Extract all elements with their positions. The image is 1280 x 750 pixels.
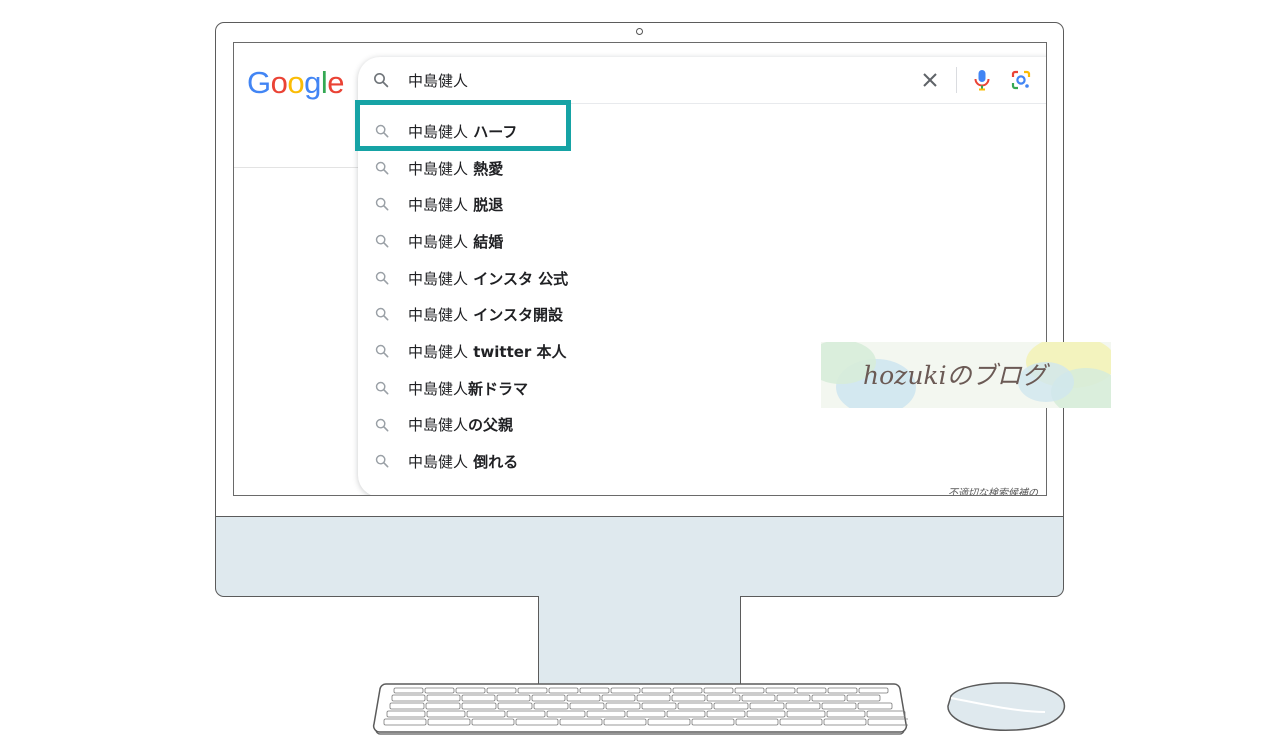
suggestion-prefix: 中島健人 (408, 159, 469, 178)
suggestion-prefix: 中島健人 (408, 306, 469, 325)
camera-dot (636, 28, 643, 35)
suggestion-completion: インスタ開設 (468, 306, 563, 325)
search-input[interactable]: 中島健人 (408, 70, 468, 91)
logo-letter: g (304, 65, 321, 100)
search-icon (374, 343, 390, 359)
keyboard-icon (372, 683, 908, 735)
suggestion-completion: の父親 (468, 416, 514, 435)
search-icon (374, 417, 390, 433)
search-icon (374, 270, 390, 286)
monitor-chin (215, 516, 1064, 597)
suggestion-list: 中島健人 ハーフ 中島健人 熱愛 中島健人 脱退 中島健人 結婚 中島健人 イン… (358, 113, 1046, 480)
logo-letter: G (247, 65, 271, 100)
suggestion-prefix: 中島健人 (408, 269, 469, 288)
clear-icon[interactable] (920, 70, 940, 90)
suggestion-prefix: 中島健人 (408, 342, 469, 361)
search-icon (374, 380, 390, 396)
suggestion-item[interactable]: 中島健人 倒れる (358, 443, 1046, 480)
suggestion-item[interactable]: 中島健人 結婚 (358, 223, 1046, 260)
suggestion-item[interactable]: 中島健人 脱退 (358, 186, 1046, 223)
search-icon (374, 196, 390, 212)
mouse-icon (947, 682, 1066, 731)
search-icon (374, 306, 390, 322)
search-bar[interactable]: 中島健人 (358, 57, 1046, 104)
report-suggestions-link[interactable]: 不適切な検索候補の (948, 484, 1038, 495)
suggestion-prefix: 中島健人 (408, 416, 469, 435)
suggestion-completion: 熱愛 (468, 159, 504, 178)
suggestion-prefix: 中島健人 (408, 379, 469, 398)
suggestion-item[interactable]: 中島健人の父親 (358, 407, 1046, 444)
suggestion-completion: 新ドラマ (468, 379, 529, 398)
logo-letter: o (287, 65, 305, 100)
watermark: hozukiのブログ (821, 342, 1111, 408)
monitor-stand (538, 596, 741, 686)
suggestion-completion: 倒れる (468, 453, 519, 472)
search-icon (374, 233, 390, 249)
search-icon (372, 71, 390, 89)
suggestion-prefix: 中島健人 (408, 453, 469, 472)
suggestion-item[interactable]: 中島健人 熱愛 (358, 150, 1046, 187)
suggestion-prefix: 中島健人 (408, 196, 469, 215)
bar-separator (956, 67, 957, 93)
header-divider (234, 167, 359, 168)
logo-letter: e (327, 65, 345, 100)
suggestion-prefix: 中島健人 (408, 232, 469, 251)
suggestion-completion: twitter 本人 (468, 342, 567, 361)
camera-search-icon[interactable] (1010, 69, 1032, 91)
microphone-icon[interactable] (972, 68, 992, 92)
search-icon (374, 160, 390, 176)
suggestion-item[interactable]: 中島健人 インスタ 公式 (358, 260, 1046, 297)
suggestion-completion: 結婚 (468, 232, 504, 251)
suggestion-completion: 脱退 (468, 196, 504, 215)
logo-letter: o (270, 65, 288, 100)
watermark-text: hozukiのブログ (863, 361, 1047, 390)
highlight-box (355, 100, 571, 151)
suggestion-completion: インスタ 公式 (468, 269, 569, 288)
google-logo[interactable]: Google (247, 63, 345, 103)
suggestion-item[interactable]: 中島健人 インスタ開設 (358, 296, 1046, 333)
search-icon (374, 453, 390, 469)
